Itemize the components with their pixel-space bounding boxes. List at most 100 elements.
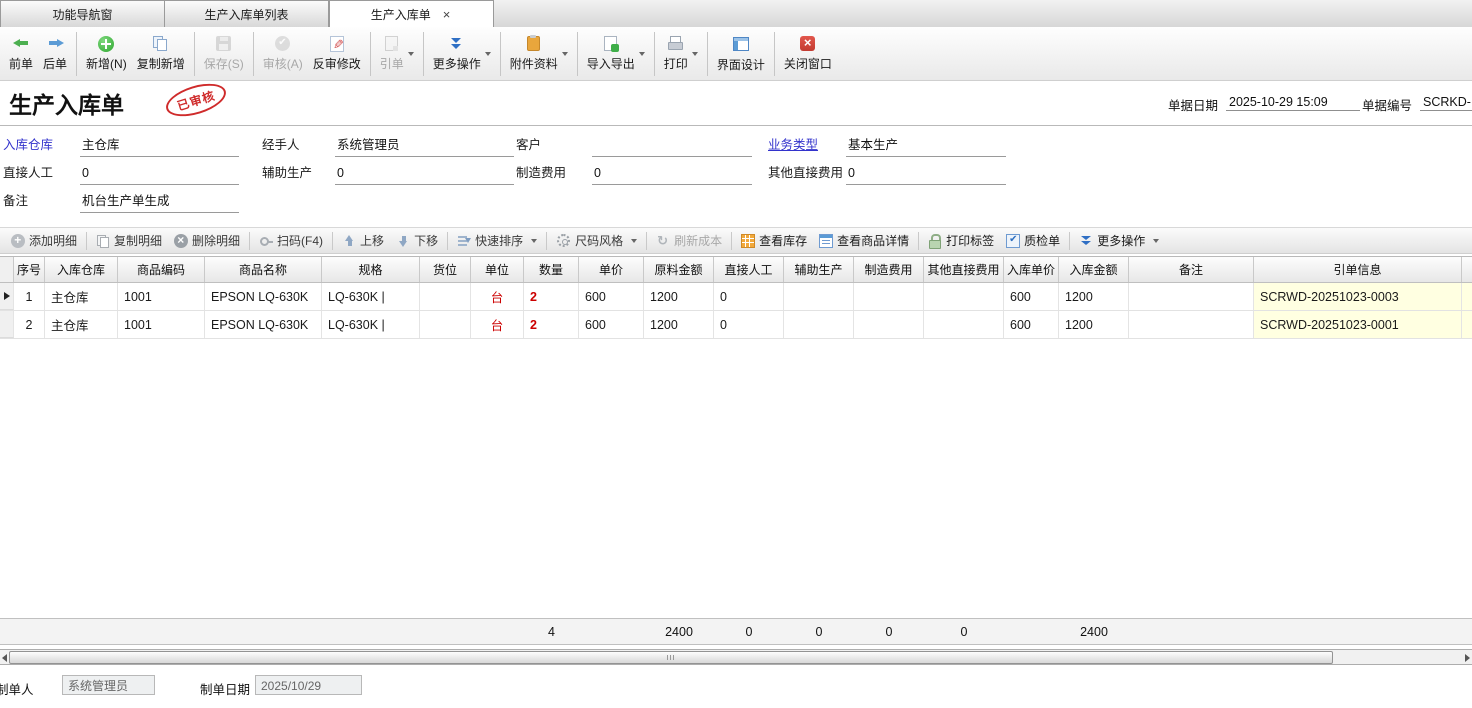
toolbar-button-13[interactable]: 界面设计	[712, 33, 770, 75]
cell-ref_info[interactable]: SCRWD-20251023-0003	[1254, 283, 1462, 310]
grid-header-price[interactable]: 单价	[579, 257, 644, 282]
grid-header-material_amount[interactable]: 原料金额	[644, 257, 714, 282]
biz-type-field[interactable]: 基本生产	[846, 135, 1006, 157]
grid-header-code[interactable]: 商品编码	[118, 257, 205, 282]
cell-manufacturing_cost[interactable]	[854, 283, 924, 310]
cell-extra[interactable]	[1462, 283, 1472, 310]
cell-other_direct_cost[interactable]	[924, 283, 1004, 310]
cell-remark[interactable]	[1129, 283, 1254, 310]
cell-unit[interactable]: 台	[471, 311, 524, 338]
cell-aux_production[interactable]	[784, 311, 854, 338]
horizontal-scrollbar[interactable]	[0, 649, 1472, 665]
make-date-input[interactable]: 2025/10/29	[255, 675, 362, 695]
tab-3[interactable]: 生产入库单×	[329, 0, 494, 28]
detail-button-9[interactable]: 刷新成本	[650, 230, 728, 251]
grid-header-name[interactable]: 商品名称	[205, 257, 322, 282]
grid-header-extra[interactable]	[1462, 257, 1472, 282]
scrollbar-thumb[interactable]	[9, 651, 1333, 664]
detail-button-10[interactable]: 查看库存	[735, 230, 813, 251]
cell-ref_info[interactable]: SCRWD-20251023-0001	[1254, 311, 1462, 338]
cell-code[interactable]: 1001	[118, 283, 205, 310]
detail-button-12[interactable]: 打印标签	[922, 230, 1000, 251]
cell-warehouse[interactable]: 主仓库	[45, 283, 118, 310]
cell-name[interactable]: EPSON LQ-630K	[205, 283, 322, 310]
grid-header-manufacturing_cost[interactable]: 制造费用	[854, 257, 924, 282]
cell-manufacturing_cost[interactable]	[854, 311, 924, 338]
cell-direct_labor[interactable]: 0	[714, 283, 784, 310]
grid-header-location[interactable]: 货位	[420, 257, 471, 282]
cell-seq[interactable]: 1	[14, 283, 45, 310]
toolbar-button-5[interactable]: 保存(S)	[199, 33, 249, 74]
toolbar-button-12[interactable]: 打印	[659, 33, 703, 74]
toolbar-button-11[interactable]: 导入导出	[582, 33, 650, 74]
grid-header-qty[interactable]: 数量	[524, 257, 579, 282]
aux-prod-field[interactable]: 0	[335, 163, 514, 185]
toolbar-button-1[interactable]: 前单	[4, 33, 38, 74]
cell-material_amount[interactable]: 1200	[644, 283, 714, 310]
warehouse-label-link[interactable]: 入库仓库	[3, 135, 53, 155]
doc-no-value[interactable]: SCRKD-	[1420, 95, 1472, 111]
grid-header-seq[interactable]: 序号	[14, 257, 45, 282]
grid-header-unit[interactable]: 单位	[471, 257, 524, 282]
scroll-right-arrow-icon[interactable]	[1465, 654, 1470, 662]
cell-warehouse[interactable]: 主仓库	[45, 311, 118, 338]
detail-button-11[interactable]: 查看商品详情	[813, 230, 915, 251]
toolbar-button-4[interactable]: 复制新增	[132, 33, 190, 74]
toolbar-button-7[interactable]: 反审修改	[308, 34, 366, 74]
other-cost-field[interactable]: 0	[846, 163, 1006, 185]
toolbar-button-2[interactable]: 后单	[38, 33, 72, 74]
cell-location[interactable]	[420, 283, 471, 310]
tab-1[interactable]: 功能导航窗	[0, 0, 165, 27]
cell-in_price[interactable]: 600	[1004, 283, 1059, 310]
cell-qty[interactable]: 2	[524, 311, 579, 338]
cell-aux_production[interactable]	[784, 283, 854, 310]
handler-field[interactable]: 系统管理员	[335, 135, 514, 157]
detail-button-2[interactable]: 复制明细	[90, 230, 168, 251]
detail-button-7[interactable]: 快速排序	[451, 230, 543, 251]
warehouse-field[interactable]: 主仓库	[80, 135, 239, 157]
grid-header-direct_labor[interactable]: 直接人工	[714, 257, 784, 282]
cell-price[interactable]: 600	[579, 283, 644, 310]
detail-button-14[interactable]: 更多操作	[1073, 230, 1165, 251]
cell-code[interactable]: 1001	[118, 311, 205, 338]
cell-price[interactable]: 600	[579, 311, 644, 338]
toolbar-button-9[interactable]: 更多操作	[428, 33, 496, 74]
tab-close-icon[interactable]: ×	[441, 7, 453, 22]
detail-button-4[interactable]: 扫码(F4)	[253, 230, 329, 251]
cell-direct_labor[interactable]: 0	[714, 311, 784, 338]
grid-header-aux_production[interactable]: 辅助生产	[784, 257, 854, 282]
detail-button-13[interactable]: 质检单	[1000, 230, 1066, 251]
cell-location[interactable]	[420, 311, 471, 338]
detail-button-5[interactable]: 上移	[336, 230, 390, 251]
grid-header-remark[interactable]: 备注	[1129, 257, 1254, 282]
customer-field[interactable]	[592, 135, 752, 157]
grid-header-in_amount[interactable]: 入库金额	[1059, 257, 1129, 282]
detail-button-6[interactable]: 下移	[390, 230, 444, 251]
table-row[interactable]: 2主仓库1001EPSON LQ-630KLQ-630K |台260012000…	[0, 311, 1472, 339]
cell-in_amount[interactable]: 1200	[1059, 311, 1129, 338]
cell-spec[interactable]: LQ-630K |	[322, 311, 420, 338]
cell-qty[interactable]: 2	[524, 283, 579, 310]
toolbar-button-6[interactable]: 审核(A)	[258, 33, 308, 74]
scroll-left-arrow-icon[interactable]	[2, 654, 7, 662]
cell-seq[interactable]: 2	[14, 311, 45, 338]
direct-labor-field[interactable]: 0	[80, 163, 239, 185]
maker-input[interactable]: 系统管理员	[62, 675, 155, 695]
tab-2[interactable]: 生产入库单列表	[165, 0, 329, 27]
cell-remark[interactable]	[1129, 311, 1254, 338]
toolbar-button-8[interactable]: 引单	[375, 33, 419, 74]
detail-button-8[interactable]: 尺码风格	[550, 230, 643, 251]
cell-name[interactable]: EPSON LQ-630K	[205, 311, 322, 338]
cell-spec[interactable]: LQ-630K |	[322, 283, 420, 310]
table-row[interactable]: 1主仓库1001EPSON LQ-630KLQ-630K |台260012000…	[0, 283, 1472, 311]
detail-button-1[interactable]: 添加明细	[5, 230, 83, 251]
toolbar-button-10[interactable]: 附件资料	[505, 33, 573, 74]
cell-material_amount[interactable]: 1200	[644, 311, 714, 338]
grid-header-spec[interactable]: 规格	[322, 257, 420, 282]
remark-field[interactable]: 机台生产单生成	[80, 191, 239, 213]
toolbar-button-14[interactable]: 关闭窗口	[779, 33, 837, 74]
doc-date-value[interactable]: 2025-10-29 15:09	[1226, 95, 1360, 111]
mfg-cost-field[interactable]: 0	[592, 163, 752, 185]
detail-button-3[interactable]: 删除明细	[168, 230, 246, 251]
grid-header-ref_info[interactable]: 引单信息	[1254, 257, 1462, 282]
